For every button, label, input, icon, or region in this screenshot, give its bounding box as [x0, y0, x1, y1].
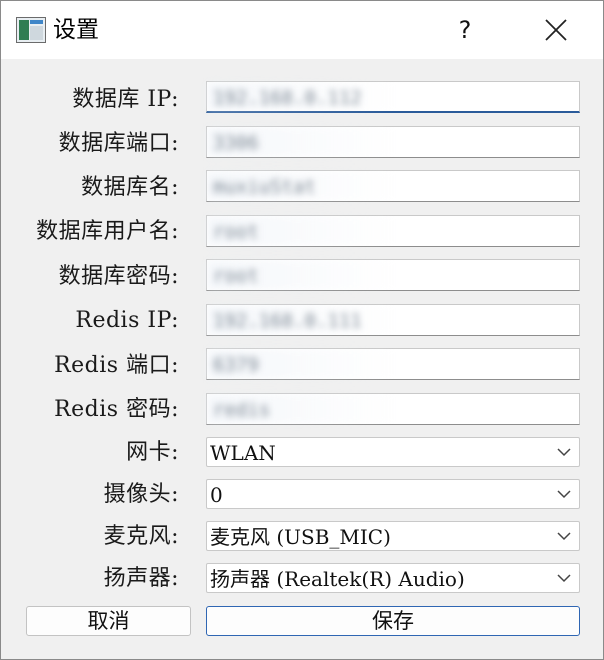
microphone-label: 麦克风: — [103, 524, 179, 549]
help-button[interactable]: ? — [447, 13, 483, 47]
camera-select[interactable]: 0 — [206, 479, 580, 509]
microphone-select[interactable]: 麦克风 (USB_MIC) — [206, 521, 580, 551]
redis-port-label: Redis 端口: — [54, 353, 179, 378]
redis-ip-label: Redis IP: — [75, 308, 179, 333]
camera-label: 摄像头: — [103, 482, 179, 507]
nic-value: WLAN — [210, 441, 276, 465]
camera-value: 0 — [210, 483, 223, 507]
db-ip-value: 192.168.0.112 — [213, 87, 362, 109]
db-port-label: 数据库端口: — [58, 131, 179, 156]
db-name-value: muxiuStat — [213, 176, 316, 198]
title-bar: 设置 ? — [1, 1, 603, 59]
window-title: 设置 — [53, 17, 99, 43]
close-icon — [545, 19, 567, 41]
db-ip-label: 数据库 IP: — [72, 87, 179, 112]
app-icon — [16, 17, 46, 43]
db-port-input[interactable]: 3306 — [206, 126, 580, 158]
redis-port-value: 6379 — [213, 354, 259, 376]
microphone-value: 麦克风 (USB_MIC) — [210, 525, 391, 549]
db-port-value: 3306 — [213, 132, 259, 154]
db-name-input[interactable]: muxiuStat — [206, 170, 580, 202]
db-user-input[interactable]: root — [206, 215, 580, 247]
redis-ip-input[interactable]: 192.168.0.111 — [206, 304, 580, 336]
cancel-button[interactable]: 取消 — [26, 606, 191, 636]
chevron-down-icon — [557, 448, 571, 457]
chevron-down-icon — [557, 574, 571, 583]
chevron-down-icon — [557, 490, 571, 499]
redis-ip-value: 192.168.0.111 — [213, 310, 362, 332]
save-button[interactable]: 保存 — [206, 606, 580, 636]
db-password-value: root — [213, 265, 259, 287]
redis-password-label: Redis 密码: — [54, 397, 179, 422]
db-ip-input[interactable]: 192.168.0.112 — [206, 81, 580, 113]
redis-port-input[interactable]: 6379 — [206, 348, 580, 380]
nic-label: 网卡: — [126, 440, 179, 465]
close-button[interactable] — [537, 13, 575, 47]
settings-dialog: 设置 ? 数据库 IP: 192.168.0.112 数据库端口: 3306 数… — [0, 0, 604, 660]
speaker-label: 扬声器: — [103, 566, 179, 591]
speaker-value: 扬声器 (Realtek(R) Audio) — [210, 567, 465, 591]
chevron-down-icon — [557, 532, 571, 541]
db-password-label: 数据库密码: — [58, 264, 179, 289]
redis-password-value: redis — [213, 399, 271, 421]
nic-select[interactable]: WLAN — [206, 437, 580, 467]
db-user-label: 数据库用户名: — [36, 219, 179, 244]
db-password-input[interactable]: root — [206, 259, 580, 291]
db-name-label: 数据库名: — [81, 175, 179, 200]
db-user-value: root — [213, 221, 259, 243]
redis-password-input[interactable]: redis — [206, 393, 580, 425]
speaker-select[interactable]: 扬声器 (Realtek(R) Audio) — [206, 563, 580, 593]
